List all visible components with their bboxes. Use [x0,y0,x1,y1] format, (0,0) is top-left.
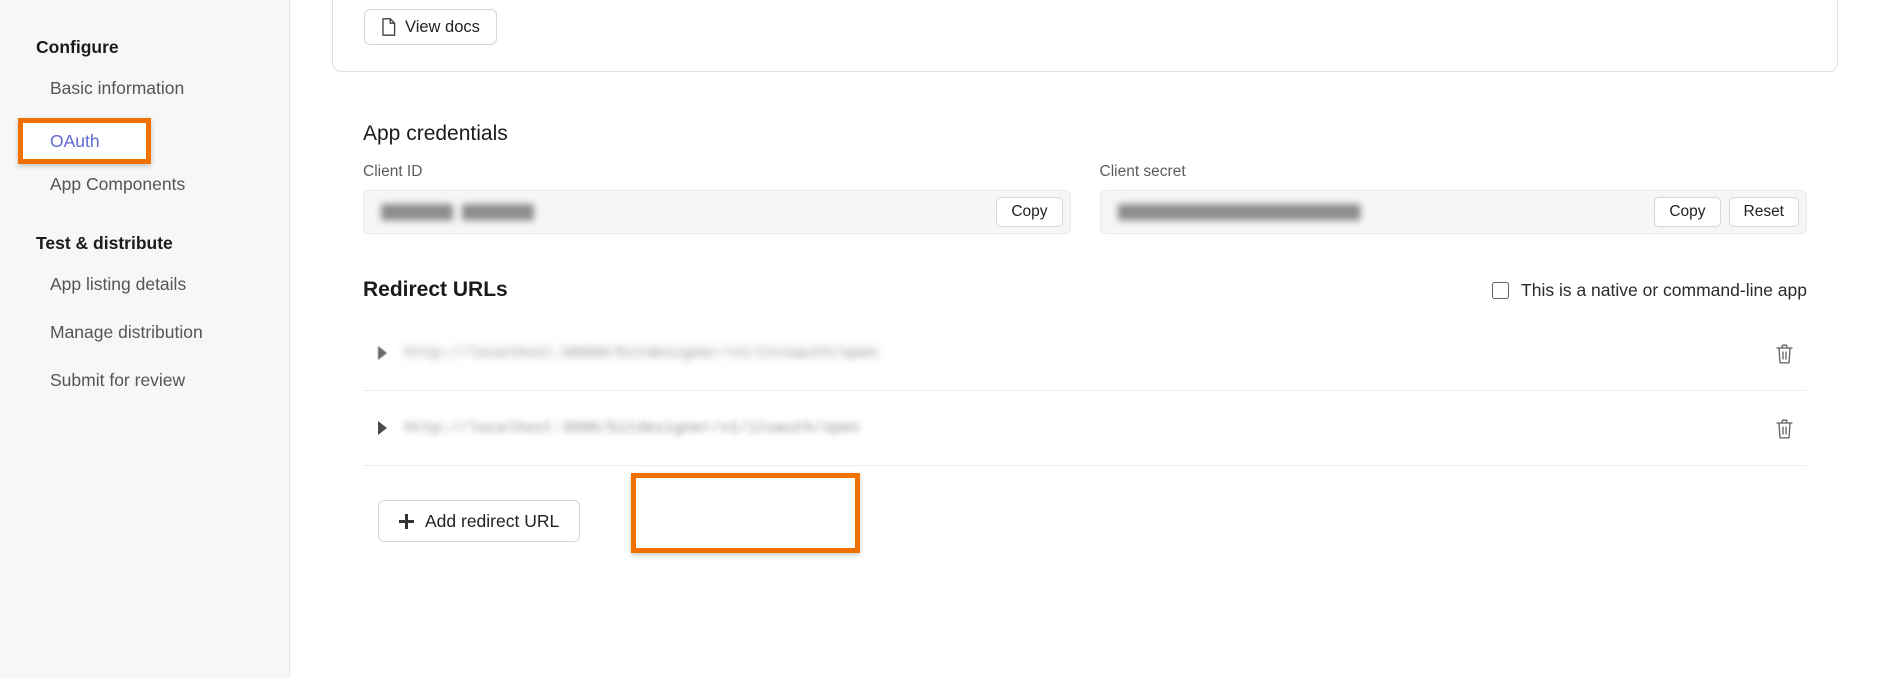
native-app-checkbox-row[interactable]: This is a native or command-line app [1492,280,1807,301]
sidebar-item-oauth-label[interactable]: OAuth [18,118,151,164]
client-id-input[interactable]: ████████ ████████ Copy [363,190,1071,234]
redirect-url-row[interactable]: http://localhost:3000/bitdesigner/v1/ito… [363,391,1807,466]
sidebar-item-app-components[interactable]: App Components [0,160,289,208]
view-docs-button[interactable]: View docs [364,9,497,45]
reset-client-secret-button[interactable]: Reset [1728,197,1799,227]
redirect-url-value: http://localhost:3000/bitdesigner/v1/ito… [404,419,860,437]
copy-client-secret-button[interactable]: Copy [1654,197,1721,227]
credentials-row: Client ID ████████ ████████ Copy Client … [363,163,1807,234]
trash-icon[interactable] [1775,343,1794,364]
sidebar-item-submit-for-review[interactable]: Submit for review [0,356,289,404]
client-id-label: Client ID [363,163,423,180]
nav-group-title-configure: Configure [36,37,119,57]
copy-client-id-button[interactable]: Copy [996,197,1063,227]
native-app-checkbox-label: This is a native or command-line app [1521,279,1807,300]
client-secret-label: Client secret [1099,163,1186,180]
chevron-right-icon[interactable] [378,421,387,435]
client-secret-value: ███████████████████████████ [1117,203,1361,221]
sidebar-item-manage-distribution[interactable]: Manage distribution [0,308,289,356]
add-redirect-url-row: Add redirect URL [363,500,1807,542]
redirect-urls-header: Redirect URLs This is a native or comman… [363,278,1807,302]
trash-icon[interactable] [1775,418,1794,439]
redirect-url-row[interactable]: http://localhost:58000/bitdesigner/v1/it… [363,316,1807,391]
add-redirect-url-button[interactable]: Add redirect URL [378,500,581,542]
app-screen: Configure Basic information OAuth App Co… [0,0,1879,678]
main-content: View docs App credentials Client ID ████… [290,0,1879,678]
redirect-url-value: http://localhost:58000/bitdesigner/v1/it… [404,344,879,362]
sidebar-item-app-listing-details[interactable]: App listing details [0,260,289,308]
client-secret-input[interactable]: ███████████████████████████ Copy Reset [1099,190,1807,234]
sidebar: Configure Basic information OAuth App Co… [0,0,290,678]
nav-group-title-test-distribute: Test & distribute [36,233,173,253]
client-id-value: ████████ ████████ [381,203,535,221]
client-secret-field-group: Client secret ██████████████████████████… [1099,163,1807,234]
document-icon [382,18,396,36]
view-docs-label: View docs [405,17,480,36]
app-credentials-title: App credentials [363,122,508,145]
add-redirect-url-label: Add redirect URL [425,510,560,531]
native-app-checkbox[interactable] [1492,281,1510,299]
redirect-url-list: http://localhost:58000/bitdesigner/v1/it… [363,316,1807,466]
plus-icon [399,513,414,529]
redirect-urls-title: Redirect URLs [363,278,508,301]
top-card: View docs [332,0,1838,72]
sidebar-item-basic-information[interactable]: Basic information [0,64,289,112]
app-credentials-section: App credentials Client ID ████████ █████… [332,122,1838,542]
chevron-right-icon[interactable] [378,346,387,360]
client-id-field-group: Client ID ████████ ████████ Copy [363,163,1071,234]
